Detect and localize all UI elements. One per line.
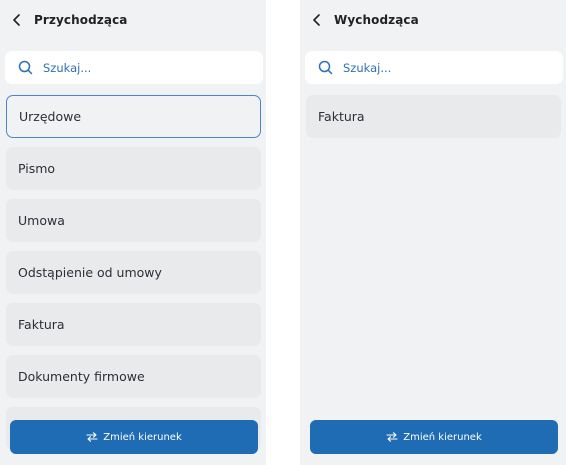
change-direction-button[interactable]: Zmień kierunek (10, 420, 258, 454)
outgoing-panel: Wychodząca Szukaj... Faktura Zmień kieru… (300, 0, 566, 465)
search-input[interactable]: Szukaj... (5, 51, 263, 84)
swap-arrows-icon (86, 432, 98, 442)
list-item-umowa[interactable]: Umowa (6, 199, 261, 242)
category-list: Faktura (306, 95, 561, 147)
search-icon (318, 60, 334, 76)
list-item-dokumenty-firmowe[interactable]: Dokumenty firmowe (6, 355, 261, 398)
search-placeholder: Szukaj... (343, 60, 392, 75)
list-item-label: Umowa (18, 213, 65, 228)
incoming-panel: Przychodząca Szukaj... Urzędowe Pismo Um… (0, 0, 266, 465)
chevron-left-icon (313, 14, 320, 26)
category-list: Urzędowe Pismo Umowa Odstąpienie od umow… (6, 95, 261, 459)
change-direction-button[interactable]: Zmień kierunek (310, 420, 558, 454)
list-item-odstapienie[interactable]: Odstąpienie od umowy (6, 251, 261, 294)
chevron-left-icon (13, 14, 20, 26)
search-placeholder: Szukaj... (43, 60, 92, 75)
change-direction-label: Zmień kierunek (403, 431, 482, 443)
header: Przychodząca (0, 0, 266, 42)
page-title: Wychodząca (334, 13, 419, 27)
search-input[interactable]: Szukaj... (305, 51, 563, 84)
back-button[interactable] (308, 11, 326, 29)
list-item-faktura[interactable]: Faktura (306, 95, 561, 138)
search-icon (18, 60, 34, 76)
header: Wychodząca (300, 0, 566, 42)
list-item-pismo[interactable]: Pismo (6, 147, 261, 190)
swap-arrows-icon (386, 432, 398, 442)
list-item-faktura[interactable]: Faktura (6, 303, 261, 346)
list-item-label: Dokumenty firmowe (18, 369, 145, 384)
back-button[interactable] (8, 11, 26, 29)
change-direction-label: Zmień kierunek (103, 431, 182, 443)
list-item-label: Faktura (18, 317, 65, 332)
list-item-label: Pismo (18, 161, 56, 176)
page-title: Przychodząca (34, 13, 128, 27)
list-item-label: Faktura (318, 109, 365, 124)
list-item-label: Odstąpienie od umowy (18, 265, 162, 280)
list-item-label: Urzędowe (19, 109, 82, 124)
list-item-urzedowe[interactable]: Urzędowe (6, 95, 261, 138)
